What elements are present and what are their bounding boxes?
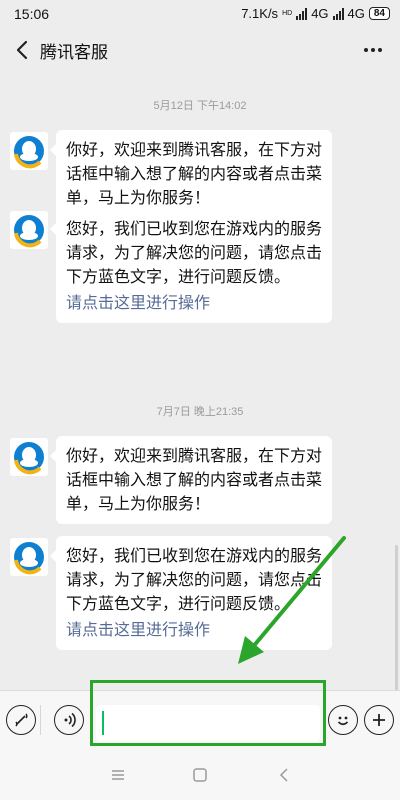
status-bar: 15:06 7.1K/s HD 4G 4G 84 xyxy=(0,0,400,26)
message-bubble: 您好，我们已收到您在游戏内的服务请求，为了解决您的问题，请您点击下方蓝色文字，进… xyxy=(50,209,332,323)
message-bubble: 你好，欢迎来到腾讯客服，在下方对话框中输入想了解的内容或者点击菜单，马上为你服务… xyxy=(50,436,332,524)
operation-link[interactable]: 请点击这里进行操作 xyxy=(66,618,324,642)
network-type-2: 4G xyxy=(347,6,365,21)
message-bubble: 您好，我们已收到您在游戏内的服务请求，为了解决您的问题，请您点击下方蓝色文字，进… xyxy=(50,536,332,650)
back-icon[interactable] xyxy=(273,764,295,786)
status-time: 15:06 xyxy=(14,6,50,22)
chat-title: 腾讯客服 xyxy=(40,43,108,63)
avatar[interactable] xyxy=(10,132,48,170)
signal-icon xyxy=(296,7,308,20)
chevron-left-icon[interactable] xyxy=(8,35,38,65)
operation-link[interactable]: 请点击这里进行操作 xyxy=(66,291,324,315)
timestamp: 5月12日 下午14:02 xyxy=(153,100,247,112)
voice-icon[interactable] xyxy=(54,705,84,735)
status-right: 7.1K/s HD 4G 4G 84 xyxy=(241,6,390,21)
system-nav-bar xyxy=(0,750,400,800)
menu-switch-icon[interactable] xyxy=(6,705,36,735)
battery-icon: 84 xyxy=(368,7,390,20)
signal-icon-2 xyxy=(332,7,344,20)
message-text: 你好，欢迎来到腾讯客服，在下方对话框中输入想了解的内容或者点击菜单，马上为你服务… xyxy=(66,140,323,207)
message-text: 您好，我们已收到您在游戏内的服务请求，为了解决您的问题，请您点击下方蓝色文字，进… xyxy=(66,546,323,613)
avatar[interactable] xyxy=(10,211,48,249)
message-bubble: 你好，欢迎来到腾讯客服，在下方对话框中输入想了解的内容或者点击菜单，马上为你服务… xyxy=(50,130,332,218)
divider xyxy=(40,705,41,735)
chat-header: 腾讯客服 xyxy=(0,26,400,76)
add-icon[interactable] xyxy=(364,705,394,735)
menu-icon[interactable] xyxy=(107,764,129,786)
emoji-icon[interactable] xyxy=(328,705,358,735)
network-type-1: 4G xyxy=(311,6,329,21)
network-speed: 7.1K/s xyxy=(241,6,279,21)
message-text: 你好，欢迎来到腾讯客服，在下方对话框中输入想了解的内容或者点击菜单，马上为你服务… xyxy=(66,446,323,513)
more-dots-icon[interactable] xyxy=(360,36,386,64)
message-text: 您好，我们已收到您在游戏内的服务请求，为了解决您的问题，请您点击下方蓝色文字，进… xyxy=(66,219,323,286)
avatar[interactable] xyxy=(10,538,48,576)
timestamp: 7月7日 晚上21:35 xyxy=(156,406,244,418)
home-icon[interactable] xyxy=(189,764,211,786)
avatar[interactable] xyxy=(10,438,48,476)
hd-tag: HD xyxy=(282,10,293,17)
highlight-box xyxy=(90,680,326,746)
